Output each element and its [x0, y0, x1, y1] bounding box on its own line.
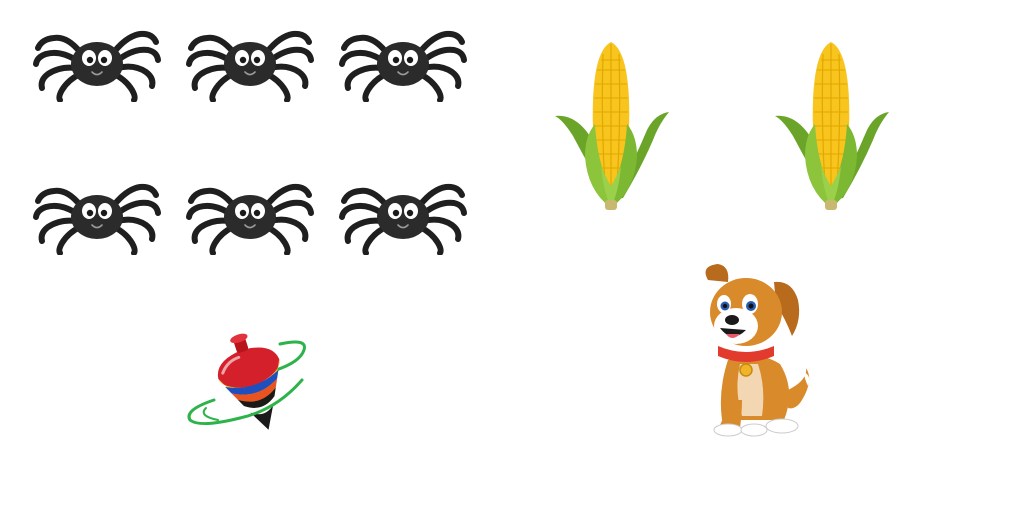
spider-icon: [185, 175, 315, 255]
spider-icon: [338, 175, 468, 255]
corn-icon: [551, 40, 671, 212]
spider-icon: [32, 175, 162, 255]
spider-icon: [338, 22, 468, 102]
corn-icon: [771, 40, 891, 212]
spinning-top-icon: [184, 330, 314, 435]
spider-icon: [32, 22, 162, 102]
spider-icon: [185, 22, 315, 102]
puppy-icon: [688, 260, 818, 438]
